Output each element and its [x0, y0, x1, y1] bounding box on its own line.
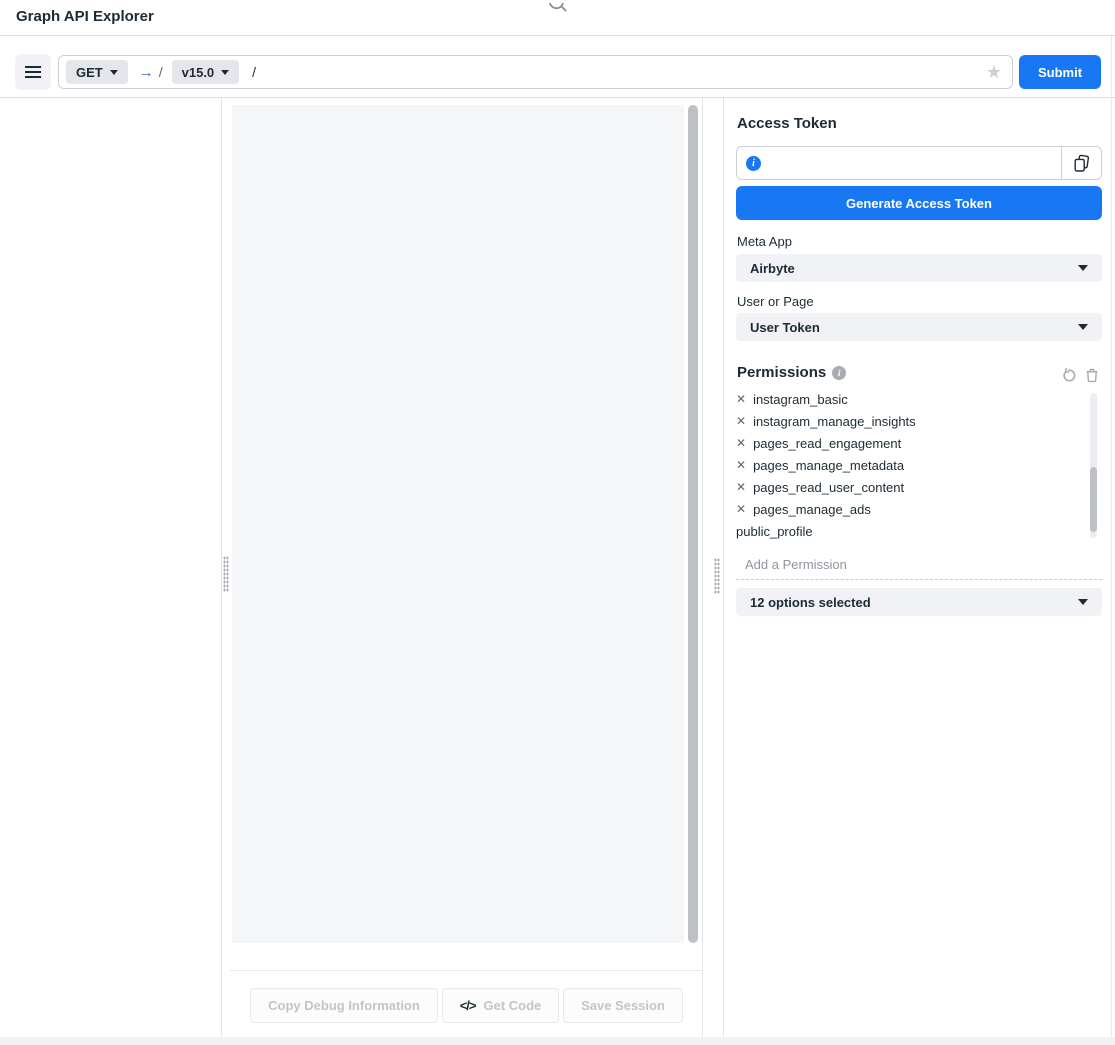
user-or-page-select[interactable]: User Token — [736, 313, 1102, 341]
permission-item: ✕ instagram_basic — [736, 391, 1086, 410]
undo-permissions-button[interactable] — [1061, 368, 1076, 383]
clear-permissions-button[interactable] — [1085, 368, 1099, 383]
info-icon[interactable]: i — [832, 366, 846, 380]
version-label: v15.0 — [182, 65, 215, 80]
save-session-label: Save Session — [581, 998, 665, 1013]
permission-item: ✕ pages_manage_ads — [736, 498, 1086, 520]
permissions-scrollbar-thumb[interactable] — [1090, 467, 1097, 532]
code-icon: </> — [460, 998, 476, 1013]
user-or-page-value: User Token — [750, 320, 820, 335]
permission-item: ✕ pages_read_user_content — [736, 476, 1086, 498]
permission-label: pages_read_user_content — [753, 480, 904, 495]
permission-item: ✕ pages_read_engagement — [736, 432, 1086, 454]
copy-debug-button[interactable]: Copy Debug Information — [250, 988, 438, 1023]
editor-scrollbar[interactable] — [688, 105, 698, 943]
chevron-down-icon — [221, 70, 229, 75]
arrow-icon: → — [139, 64, 154, 81]
permission-label: instagram_manage_insights — [753, 414, 916, 429]
copy-token-button[interactable] — [1061, 147, 1101, 179]
meta-app-label: Meta App — [737, 234, 792, 249]
get-code-button[interactable]: </> Get Code — [442, 988, 559, 1023]
info-icon[interactable]: i — [746, 156, 761, 171]
meta-app-value: Airbyte — [750, 261, 795, 276]
access-token-heading: Access Token — [737, 115, 837, 132]
permissions-heading-row: Permissions i — [737, 364, 846, 381]
permission-item: ✕ instagram_manage_insights — [736, 410, 1086, 432]
remove-permission-icon[interactable]: ✕ — [736, 502, 746, 516]
menu-button[interactable] — [15, 54, 51, 90]
permissions-tools — [1061, 368, 1099, 383]
request-url-bar[interactable]: GET → / v15.0 / ★ — [58, 55, 1013, 89]
page-title: Graph API Explorer — [16, 8, 154, 25]
method-dropdown[interactable]: GET — [66, 60, 128, 84]
panel-resizer-right[interactable] — [703, 98, 723, 1037]
remove-permission-icon[interactable]: ✕ — [736, 480, 746, 494]
permission-item: public_profile — [736, 520, 1086, 540]
remove-permission-icon[interactable]: ✕ — [736, 414, 746, 428]
permissions-heading: Permissions — [737, 364, 826, 381]
trash-icon — [1085, 368, 1099, 383]
search-icon[interactable] — [548, 0, 570, 18]
request-toolbar: GET → / v15.0 / ★ Submit — [0, 36, 1115, 98]
permission-label: pages_manage_ads — [753, 502, 871, 517]
main-area: Copy Debug Information </> Get Code Save… — [0, 98, 1115, 1037]
app-header: Graph API Explorer — [0, 0, 1115, 36]
access-token-input[interactable]: i — [736, 146, 1102, 180]
drag-handle-icon — [223, 556, 229, 592]
chevron-down-icon — [1078, 599, 1088, 605]
chevron-down-icon — [1078, 324, 1088, 330]
chevron-down-icon — [1078, 265, 1088, 271]
permission-item: ✕ pages_manage_metadata — [736, 454, 1086, 476]
hamburger-icon — [25, 66, 41, 78]
permissions-options-select[interactable]: 12 options selected — [736, 588, 1102, 616]
remove-permission-icon[interactable]: ✕ — [736, 436, 746, 450]
chevron-down-icon — [110, 70, 118, 75]
fields-panel[interactable] — [0, 98, 222, 1037]
permission-label: public_profile — [736, 524, 813, 539]
page-scrollbar-track — [1111, 36, 1112, 1037]
star-icon[interactable]: ★ — [986, 63, 1002, 81]
remove-permission-icon[interactable]: ✕ — [736, 458, 746, 472]
footer-divider — [230, 970, 702, 971]
add-permission-input[interactable] — [736, 550, 1102, 580]
permission-label: pages_read_engagement — [753, 436, 901, 451]
submit-button[interactable]: Submit — [1019, 55, 1101, 89]
path-input[interactable]: / — [252, 64, 986, 80]
options-selected-label: 12 options selected — [750, 595, 871, 610]
permission-label: instagram_basic — [753, 392, 848, 407]
copy-debug-label: Copy Debug Information — [268, 998, 420, 1013]
panel-resizer-left[interactable] — [222, 98, 230, 1037]
undo-icon — [1061, 368, 1076, 383]
meta-app-select[interactable]: Airbyte — [736, 254, 1102, 282]
remove-permission-icon[interactable]: ✕ — [736, 392, 746, 406]
drag-handle-icon — [714, 558, 720, 594]
response-editor[interactable] — [232, 105, 684, 943]
copy-icon — [1072, 154, 1091, 173]
get-code-label: Get Code — [484, 998, 542, 1013]
root-slash: / — [159, 64, 163, 80]
user-or-page-label: User or Page — [737, 294, 814, 309]
page-bottom-strip — [0, 1037, 1115, 1045]
method-label: GET — [76, 65, 103, 80]
query-panel: Copy Debug Information </> Get Code Save… — [230, 98, 703, 1037]
permission-label: pages_manage_metadata — [753, 458, 904, 473]
permissions-list[interactable]: ✕ instagram_basic ✕ instagram_manage_insigh… — [736, 391, 1086, 540]
version-dropdown[interactable]: v15.0 — [172, 60, 240, 84]
access-token-sidebar: Access Token i Generate Access Token Met… — [723, 98, 1115, 1037]
save-session-button[interactable]: Save Session — [563, 988, 683, 1023]
generate-access-token-button[interactable]: Generate Access Token — [736, 186, 1102, 220]
